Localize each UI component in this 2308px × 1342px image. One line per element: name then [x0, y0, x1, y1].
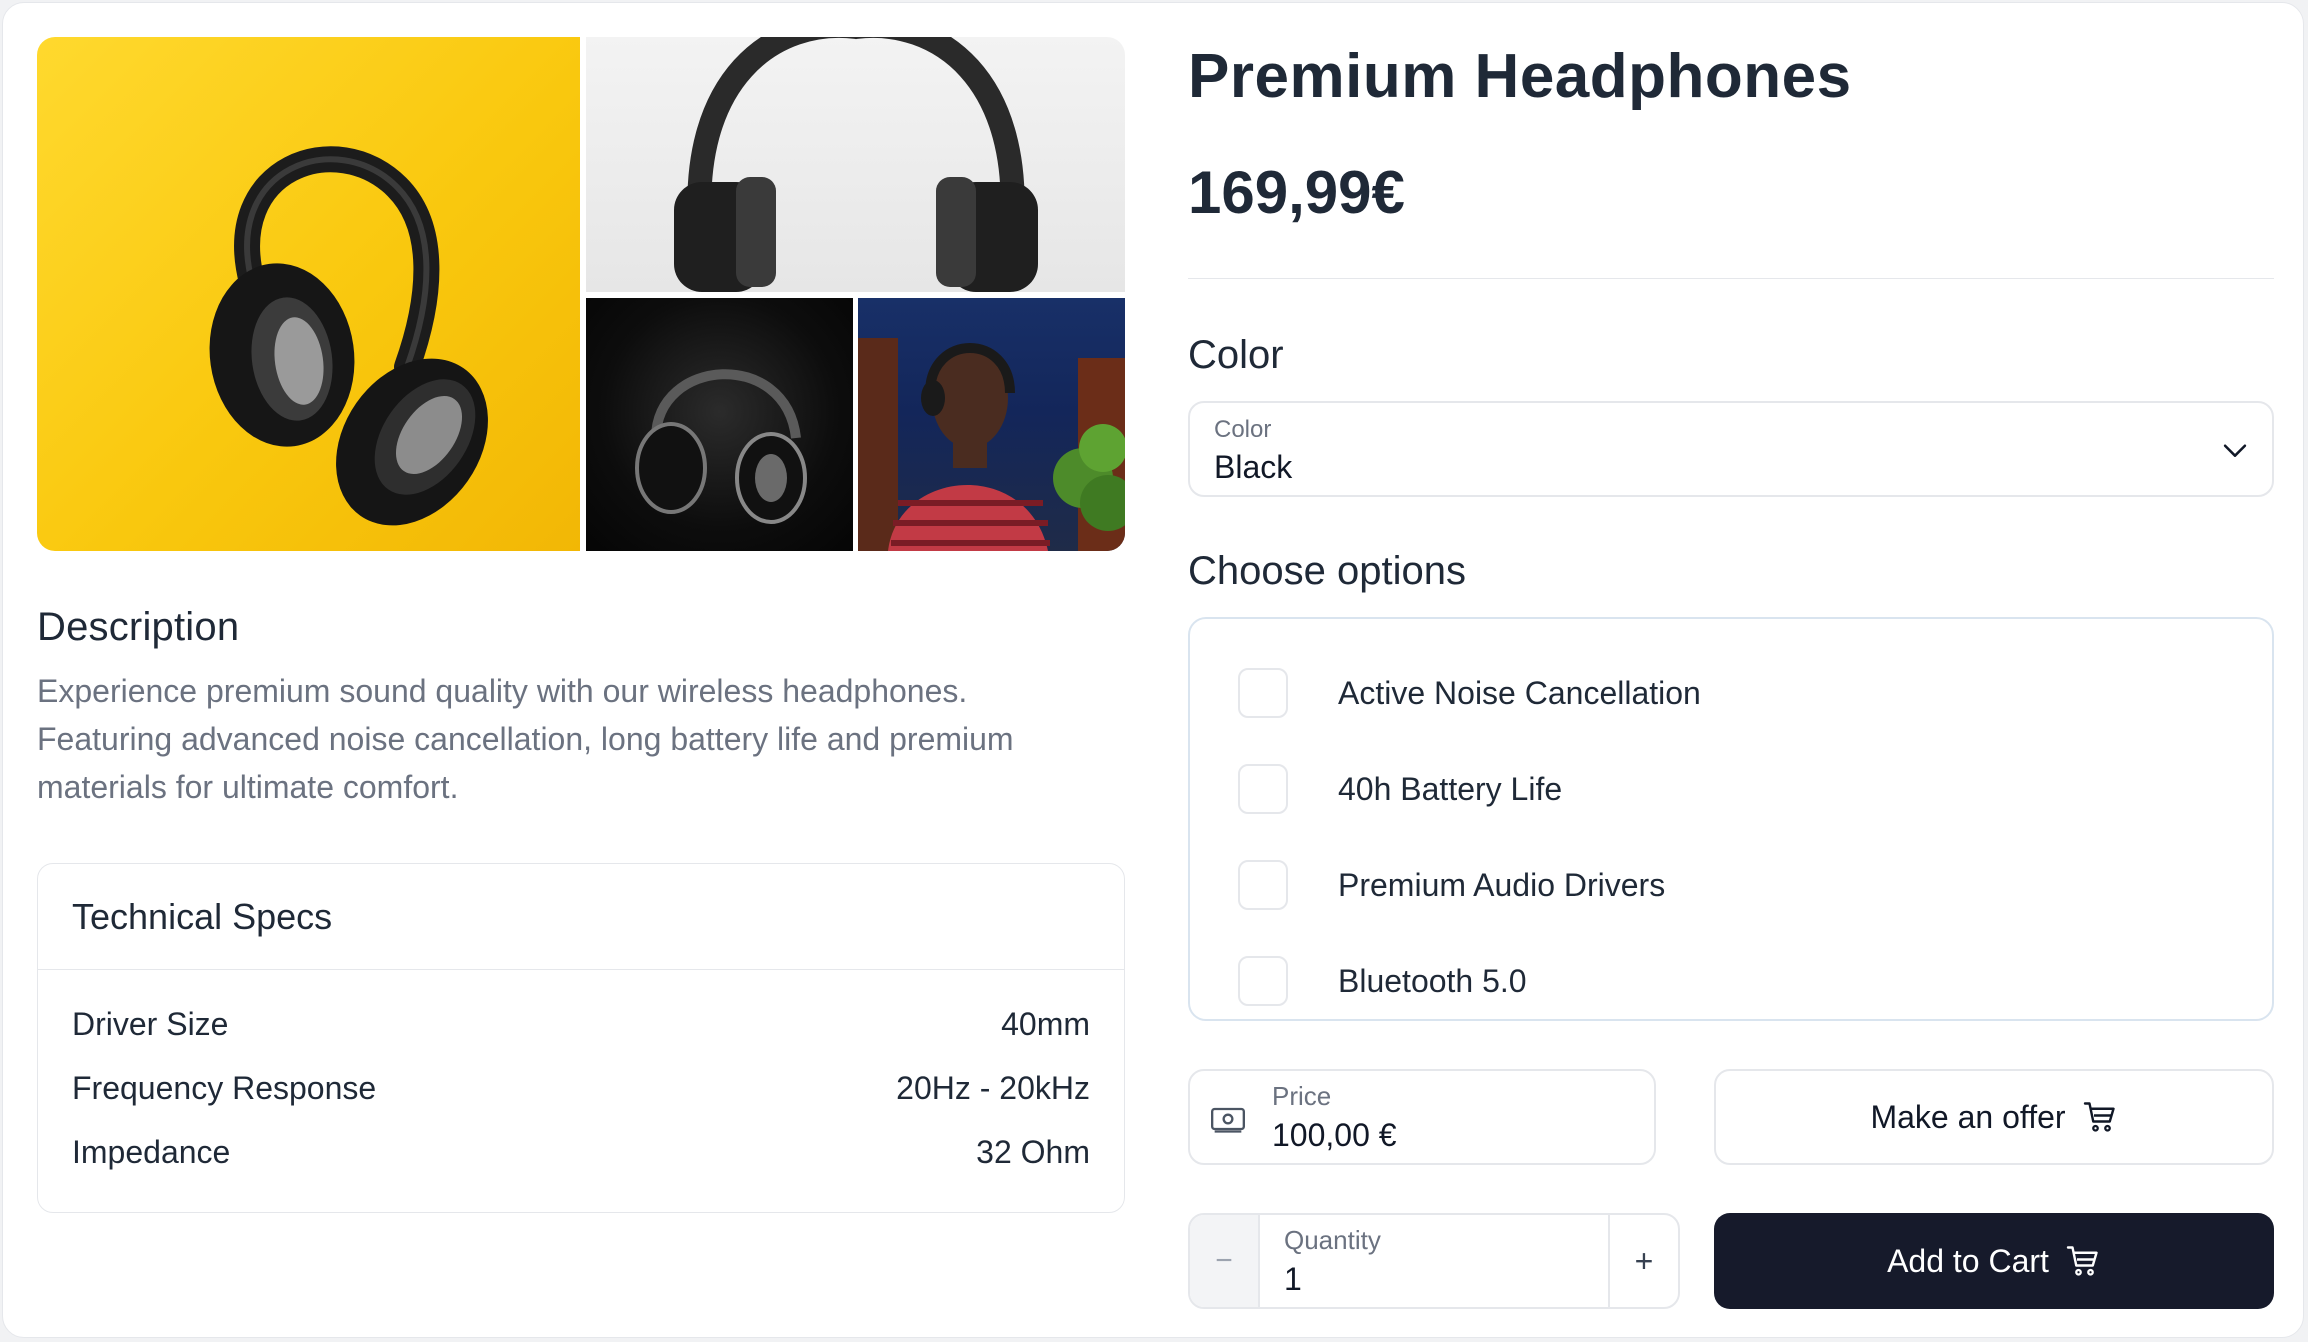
option-label: Premium Audio Drivers	[1338, 866, 1666, 903]
money-icon	[1211, 1107, 1245, 1133]
decrement-button[interactable]: −	[1190, 1215, 1260, 1307]
image-gallery	[37, 37, 1125, 551]
color-select[interactable]: Color Black	[1188, 401, 2274, 497]
product-price: 169,99€	[1188, 159, 1405, 226]
offer-price-label: Price	[1272, 1081, 1332, 1111]
person-with-headphones-illustration	[858, 338, 1125, 551]
option-item[interactable]: Premium Audio Drivers	[1190, 837, 2272, 933]
offer-price-field[interactable]: Price 100,00 €	[1188, 1069, 1656, 1165]
gallery-image-dark[interactable]	[586, 298, 853, 551]
option-item[interactable]: Active Noise Cancellation	[1190, 645, 2272, 741]
spec-row: Frequency Response 20Hz - 20kHz	[38, 1056, 1124, 1120]
product-title: Premium Headphones	[1188, 42, 1852, 111]
chevron-down-icon	[2223, 444, 2247, 457]
specs-header: Technical Specs	[38, 864, 1124, 970]
headphones-white-illustration	[674, 37, 1038, 292]
options-label: Choose options	[1188, 549, 1466, 593]
cart-icon	[2066, 1246, 2098, 1276]
spec-value: 20Hz - 20kHz	[896, 1069, 1090, 1106]
option-item[interactable]: Bluetooth 5.0	[1190, 933, 2272, 1029]
divider	[1188, 278, 2274, 279]
option-label: Bluetooth 5.0	[1338, 962, 1527, 999]
make-offer-button[interactable]: Make an offer	[1714, 1069, 2274, 1165]
spec-label: Frequency Response	[72, 1069, 377, 1106]
add-to-cart-label: Add to Cart	[1887, 1242, 2049, 1279]
gallery-image-main[interactable]	[37, 37, 580, 551]
add-to-cart-button[interactable]: Add to Cart	[1714, 1213, 2274, 1309]
spec-label: Driver Size	[72, 1005, 229, 1042]
description-text: Experience premium sound quality with ou…	[37, 673, 1014, 805]
option-checkbox[interactable]	[1238, 668, 1288, 718]
spec-row: Impedance 32 Ohm	[38, 1120, 1124, 1184]
spec-row: Driver Size 40mm	[38, 992, 1124, 1056]
options-list: Active Noise Cancellation 40h Battery Li…	[1188, 617, 2274, 1021]
option-label: Active Noise Cancellation	[1338, 674, 1701, 711]
color-select-value: Black	[1214, 449, 1293, 485]
make-offer-label: Make an offer	[1870, 1098, 2066, 1135]
offer-price-value: 100,00 €	[1272, 1117, 1397, 1153]
option-item[interactable]: 40h Battery Life	[1190, 741, 2272, 837]
cart-icon	[2083, 1102, 2115, 1132]
option-label: 40h Battery Life	[1338, 770, 1563, 807]
option-checkbox[interactable]	[1238, 764, 1288, 814]
color-section-label: Color	[1188, 333, 1284, 377]
headphones-yellow-illustration	[209, 146, 488, 526]
technical-specs-panel: Technical Specs Driver Size 40mm Frequen…	[37, 863, 1125, 1213]
specs-title: Technical Specs	[72, 895, 333, 937]
left-column: Description Experience premium sound qua…	[37, 37, 1127, 1213]
quantity-label: Quantity	[1284, 1225, 1381, 1255]
gallery-image-person[interactable]	[858, 298, 1125, 551]
color-select-label: Color	[1214, 416, 1272, 443]
spec-value: 40mm	[1001, 1005, 1090, 1042]
spec-label: Impedance	[72, 1133, 231, 1170]
gallery-image-top[interactable]	[586, 37, 1125, 292]
specs-list: Driver Size 40mm Frequency Response 20Hz…	[38, 970, 1124, 1184]
description-title: Description	[37, 605, 240, 649]
quantity-stepper: − Quantity 1 +	[1188, 1213, 1680, 1309]
quantity-input[interactable]: 1	[1284, 1261, 1302, 1298]
spec-value: 32 Ohm	[976, 1133, 1090, 1170]
product-card: Description Experience premium sound qua…	[2, 2, 2304, 1338]
option-checkbox[interactable]	[1238, 860, 1288, 910]
headphones-dark-illustration	[635, 369, 807, 524]
increment-button[interactable]: +	[1608, 1215, 1678, 1307]
option-checkbox[interactable]	[1238, 956, 1288, 1006]
right-column: Premium Headphones 169,99€ Color Color B…	[1188, 37, 2274, 1309]
